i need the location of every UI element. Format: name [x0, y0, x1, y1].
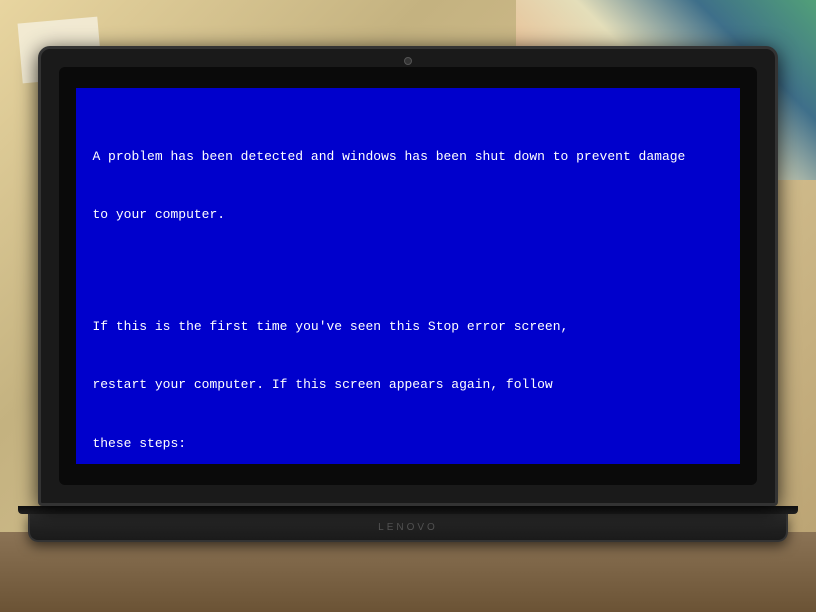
bsod-content: A problem has been detected and windows …	[92, 108, 723, 464]
bsod-screen: A problem has been detected and windows …	[76, 88, 739, 464]
bsod-line-5: these steps:	[92, 434, 723, 454]
bsod-spacer-1	[92, 264, 723, 278]
laptop: A problem has been detected and windows …	[28, 46, 788, 566]
laptop-brand-label: Lenovo	[378, 522, 438, 533]
laptop-base: Lenovo	[28, 514, 788, 542]
bsod-line-4: restart your computer. If this screen ap…	[92, 375, 723, 395]
laptop-bezel: A problem has been detected and windows …	[59, 67, 757, 485]
bsod-line-2: to your computer.	[92, 205, 723, 225]
bsod-line-1: A problem has been detected and windows …	[92, 147, 723, 167]
laptop-lid: A problem has been detected and windows …	[38, 46, 778, 506]
webcam-dot	[404, 57, 412, 65]
laptop-hinge	[18, 506, 798, 514]
bsod-line-3: If this is the first time you've seen th…	[92, 317, 723, 337]
